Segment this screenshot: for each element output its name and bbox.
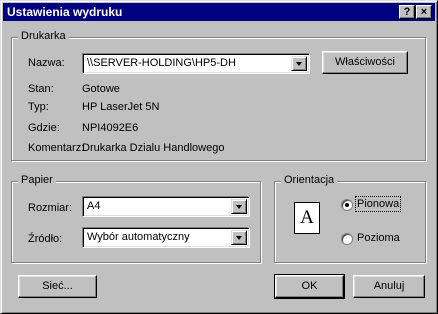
printer-name-label: Nazwa: <box>28 57 65 69</box>
portrait-page-icon: A <box>294 202 320 234</box>
where-value: NPI4092E6 <box>82 122 139 134</box>
paper-source-select[interactable]: Wybór automatyczny <box>82 227 250 248</box>
chevron-down-icon <box>236 205 242 209</box>
window-title: Ustawienia wydruku <box>7 5 123 19</box>
paper-size-select[interactable]: A4 <box>82 196 250 217</box>
network-button[interactable]: Sieć... <box>18 275 97 298</box>
orientation-group-label: Orientacja <box>281 174 338 186</box>
paper-source-label: Źródło: <box>28 233 63 245</box>
landscape-label[interactable]: Pozioma <box>357 232 400 244</box>
paper-source-dropdown-button[interactable] <box>231 230 247 245</box>
paper-source-value: Wybór automatyczny <box>87 231 190 243</box>
landscape-radio[interactable] <box>341 233 353 245</box>
title-bar[interactable]: Ustawienia wydruku ? × <box>3 3 435 21</box>
help-button[interactable]: ? <box>399 5 415 19</box>
chevron-down-icon <box>236 236 242 240</box>
type-label: Typ: <box>28 101 49 113</box>
paper-size-label: Rozmiar: <box>28 202 73 214</box>
radio-selected-dot <box>345 203 349 207</box>
where-label: Gdzie: <box>28 122 60 134</box>
printer-name-select[interactable]: \\SERVER-HOLDING\HP5-DH <box>82 53 310 74</box>
properties-button[interactable]: Właściwości <box>322 51 408 74</box>
printer-name-value: \\SERVER-HOLDING\HP5-DH <box>87 57 236 69</box>
printer-group: Drukarka Nazwa: \\SERVER-HOLDING\HP5-DH … <box>11 30 426 161</box>
ok-button[interactable]: OK <box>274 274 345 299</box>
cancel-button[interactable]: Anuluj <box>353 275 425 298</box>
portrait-radio[interactable] <box>341 199 353 211</box>
orientation-group: Orientacja A Pionowa Pozioma <box>274 174 426 263</box>
comment-label: Komentarz: <box>28 142 85 154</box>
type-value: HP LaserJet 5N <box>82 101 160 113</box>
status-value: Gotowe <box>82 83 120 95</box>
paper-size-value: A4 <box>87 200 101 212</box>
printer-group-label: Drukarka <box>18 30 69 42</box>
paper-group-label: Papier <box>18 174 56 186</box>
chevron-down-icon <box>296 62 302 66</box>
paper-group: Papier Rozmiar: A4 Źródło: Wybór automat… <box>11 174 261 263</box>
print-setup-dialog: Ustawienia wydruku ? × Drukarka Nazwa: \… <box>0 0 438 314</box>
status-label: Stan: <box>28 83 54 95</box>
comment-value: Drukarka Dzialu Handlowego <box>82 142 225 154</box>
paper-size-dropdown-button[interactable] <box>231 199 247 214</box>
close-button[interactable]: × <box>416 5 432 19</box>
portrait-label[interactable]: Pionowa <box>354 196 402 212</box>
printer-name-dropdown-button[interactable] <box>291 56 307 71</box>
